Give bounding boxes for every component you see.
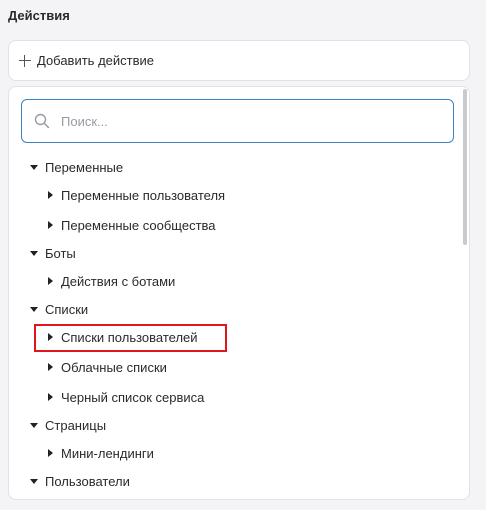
search-icon <box>34 113 50 129</box>
tree-item-mini-landings[interactable]: Мини-лендинги <box>45 439 154 467</box>
plus-icon <box>19 54 31 67</box>
search-input[interactable] <box>59 112 423 130</box>
tree-group-label: Списки <box>45 301 89 317</box>
tree-group-lists[interactable]: Списки <box>29 295 88 323</box>
tree-item-label: Переменные сообщества <box>61 217 216 233</box>
actions-panel: Переменные Переменные пользователя Перем… <box>8 86 470 500</box>
tree-item-service-blacklist[interactable]: Черный список сервиса <box>45 383 204 411</box>
caret-right-icon <box>45 362 55 372</box>
tree-group-users[interactable]: Пользователи <box>29 467 130 495</box>
tree-group-label: Пользователи <box>45 473 130 489</box>
tree-item-label: Действия с ботами <box>61 273 176 289</box>
tree-item-label: Черный список сервиса <box>61 389 205 405</box>
caret-right-icon <box>45 276 55 286</box>
caret-right-icon <box>45 220 55 230</box>
add-action-label: Добавить действие <box>37 53 154 68</box>
caret-down-icon <box>29 420 39 430</box>
tree-item-label: Переменные пользователя <box>61 187 226 203</box>
tree-group-pages[interactable]: Страницы <box>29 411 106 439</box>
caret-right-icon <box>45 332 55 342</box>
tree-item-user-lists[interactable]: Списки пользователей <box>45 323 198 351</box>
tree-item-label: Списки пользователей <box>61 329 198 345</box>
caret-right-icon <box>45 190 55 200</box>
caret-down-icon <box>29 476 39 486</box>
caret-right-icon <box>45 448 55 458</box>
caret-right-icon <box>45 392 55 402</box>
tree-group-label: Боты <box>45 245 76 261</box>
tree-group-bots[interactable]: Боты <box>29 239 76 267</box>
tree-item-bot-actions[interactable]: Действия с ботами <box>45 267 175 295</box>
tree-group-label: Страницы <box>45 417 107 433</box>
tree-item-cloud-lists[interactable]: Облачные списки <box>45 353 167 381</box>
section-title: Действия <box>8 8 70 23</box>
actions-root: Действия Добавить действие Переменные Пе… <box>0 0 486 510</box>
tree-group-label: Переменные <box>45 159 124 175</box>
tree-item-user-variables[interactable]: Переменные пользователя <box>45 181 225 209</box>
tree-item-community-variables[interactable]: Переменные сообщества <box>45 211 216 239</box>
scrollbar[interactable] <box>463 89 467 245</box>
tree-item-label: Облачные списки <box>61 359 167 375</box>
tree-group-variables[interactable]: Переменные <box>29 153 123 181</box>
search-box[interactable] <box>21 99 454 143</box>
add-action-button[interactable]: Добавить действие <box>8 40 470 81</box>
caret-down-icon <box>29 304 39 314</box>
tree-item-label: Мини-лендинги <box>61 445 154 461</box>
caret-down-icon <box>29 248 39 258</box>
caret-down-icon <box>29 162 39 172</box>
